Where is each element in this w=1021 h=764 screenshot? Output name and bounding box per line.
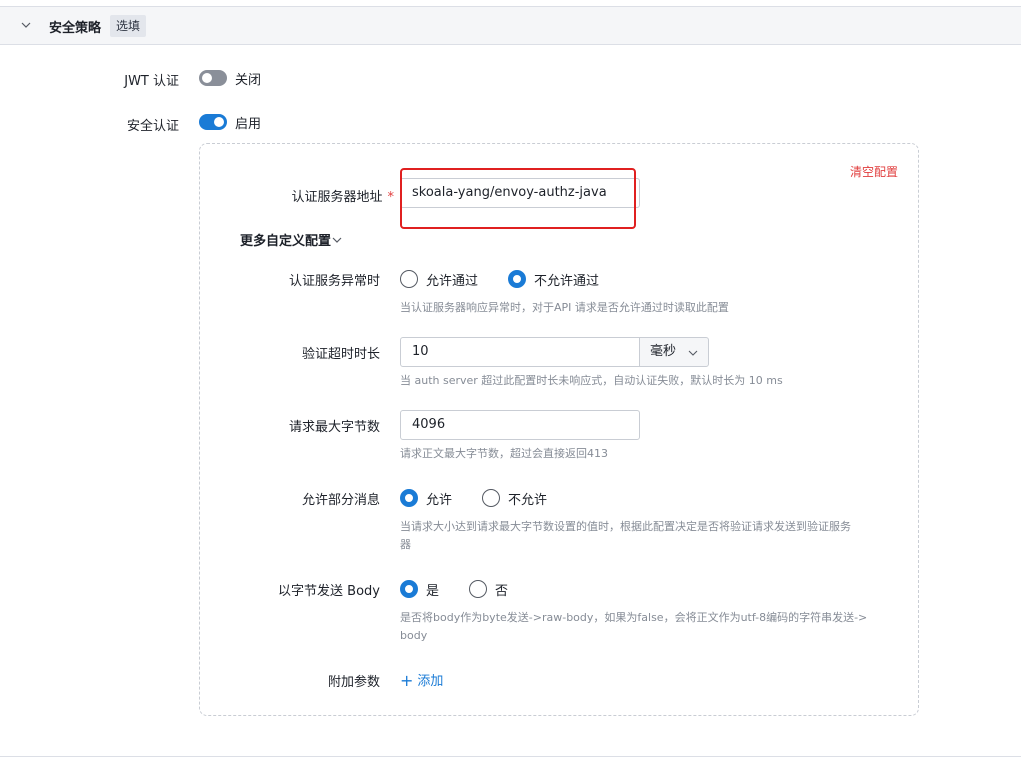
partial-message-help-line1: 当请求大小达到请求最大字节数设置的值时，根据此配置决定是否将验证请求发送到验证服… (400, 520, 851, 533)
highlight-box (400, 168, 636, 229)
plus-icon: + (400, 671, 414, 690)
toggle-knob (202, 73, 212, 83)
section-title: 安全策略 (49, 21, 102, 36)
timeout-input[interactable]: 10 (400, 337, 640, 367)
jwt-toggle[interactable] (199, 70, 227, 86)
chevron-down-icon[interactable] (20, 19, 32, 31)
max-bytes-help: 请求正文最大字节数，超过会直接返回413 (400, 447, 608, 460)
chevron-down-icon (688, 350, 698, 356)
radio-no[interactable] (469, 580, 487, 598)
timeout-unit-value: 毫秒 (650, 344, 677, 359)
section-header[interactable]: 安全策略 选填 (0, 7, 1021, 45)
bottom-divider (0, 756, 1021, 757)
radio-deny-pass[interactable] (508, 270, 526, 288)
security-toggle[interactable] (199, 114, 227, 130)
more-config-toggle[interactable]: 更多自定义配置 (240, 230, 343, 249)
partial-message-label: 允许部分消息 (301, 493, 380, 508)
auth-server-label-text: 认证服务器地址 (291, 190, 383, 205)
add-param-button[interactable]: + 添加 (400, 670, 443, 690)
radio-no-label: 否 (495, 584, 509, 599)
radio-allow-pass[interactable] (400, 270, 418, 288)
chevron-down-icon (332, 237, 342, 243)
send-bytes-help-line1: 是否将body作为byte发送->raw-body，如果为false，会将正文作… (400, 611, 868, 624)
jwt-label: JWT 认证 (124, 74, 179, 89)
jwt-state-label: 关闭 (235, 73, 262, 88)
radio-yes-label: 是 (426, 584, 440, 599)
send-bytes-label: 以字节发送 Body (278, 584, 380, 599)
partial-message-help-line2: 器 (400, 538, 411, 551)
auth-server-label: 认证服务器地址 * (291, 186, 394, 205)
add-param-label: 添加 (417, 674, 444, 689)
radio-deny-pass-label: 不允许通过 (534, 274, 600, 289)
optional-tag: 选填 (110, 15, 147, 37)
toggle-knob (214, 117, 224, 127)
radio-disallow-label: 不允许 (508, 493, 548, 508)
radio-disallow[interactable] (482, 489, 500, 507)
required-mark: * (387, 190, 395, 205)
max-bytes-input[interactable]: 4096 (400, 410, 640, 440)
radio-allow-label: 允许 (426, 493, 453, 508)
more-config-label: 更多自定义配置 (240, 234, 332, 249)
clear-config-link[interactable]: 清空配置 (850, 163, 898, 180)
extra-params-label: 附加参数 (327, 675, 380, 690)
security-state-label: 启用 (235, 117, 262, 132)
send-bytes-help-line2: body (400, 629, 428, 642)
timeout-help: 当 auth server 超过此配置时长未响应式，自动认证失败，默认时长为 1… (400, 374, 783, 387)
max-bytes-label: 请求最大字节数 (288, 420, 380, 435)
radio-allow-pass-label: 允许通过 (426, 274, 479, 289)
radio-allow[interactable] (400, 489, 418, 507)
security-label: 安全认证 (126, 119, 179, 134)
service-error-help: 当认证服务器响应异常时，对于API 请求是否允许通过时读取此配置 (400, 301, 729, 314)
service-error-label: 认证服务异常时 (288, 274, 380, 289)
radio-yes[interactable] (400, 580, 418, 598)
timeout-unit-select[interactable]: 毫秒 (639, 337, 709, 367)
timeout-label: 验证超时时长 (301, 347, 380, 362)
